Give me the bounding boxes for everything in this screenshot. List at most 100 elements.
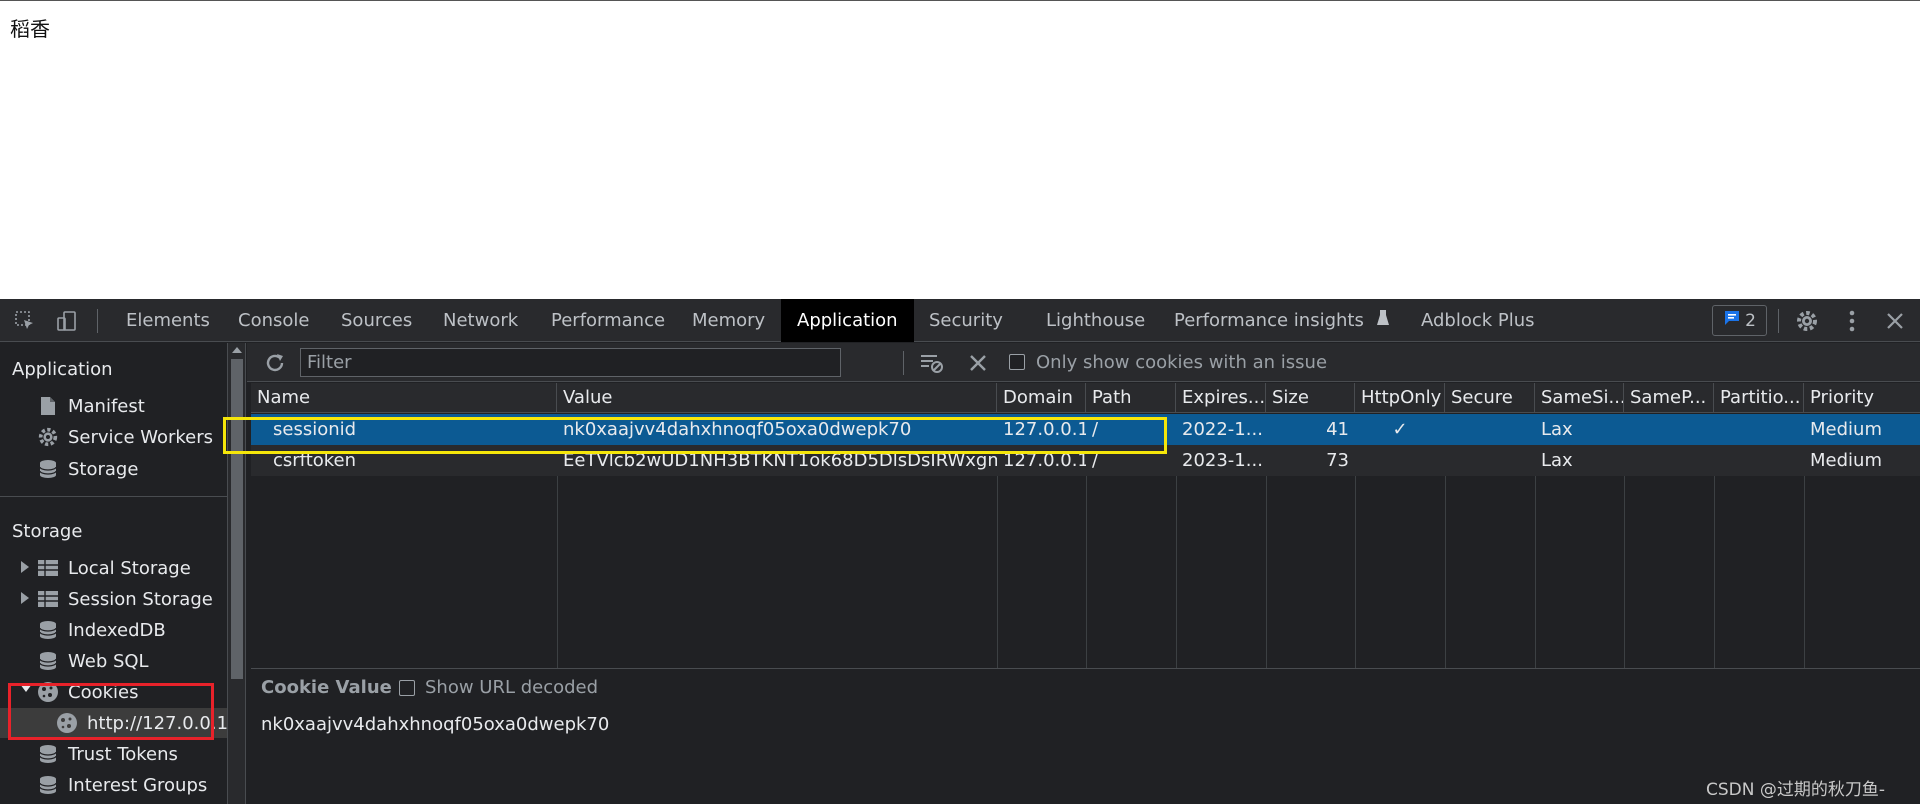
- inspect-element-icon[interactable]: [11, 307, 39, 335]
- toolbar-separator: [1778, 309, 1779, 333]
- column-divider: [1266, 476, 1267, 668]
- devtools-tabbar: Elements Console Sources Network Perform…: [0, 299, 1920, 342]
- column-divider: [557, 476, 558, 668]
- tab-performance-insights[interactable]: Performance insights: [1174, 299, 1390, 342]
- web-page-viewport: 稻香: [0, 0, 1920, 299]
- tab-network[interactable]: Network: [443, 299, 518, 342]
- sidebar-item-label: Storage: [68, 458, 139, 480]
- more-options-icon[interactable]: [1838, 307, 1866, 335]
- delete-all-icon[interactable]: [968, 353, 988, 373]
- sidebar-item-manifest[interactable]: Manifest: [36, 391, 145, 421]
- cookie-value-title: Cookie Value: [261, 677, 392, 698]
- column-divider: [1176, 476, 1177, 668]
- only-issues-checkbox[interactable]: [1009, 354, 1025, 370]
- sidebar-item-label: Trust Tokens: [68, 743, 178, 765]
- sidebar-item-label: Interest Groups: [68, 774, 208, 796]
- gear-icon[interactable]: [1793, 307, 1821, 335]
- cell-expires: 2022-1...: [1182, 419, 1263, 440]
- table-icon: [36, 587, 60, 611]
- tab-memory[interactable]: Memory: [692, 299, 765, 342]
- cookies-highlight-annotation: [8, 683, 214, 740]
- column-divider: [997, 476, 998, 668]
- tab-security[interactable]: Security: [929, 299, 1003, 342]
- cell-size: 73: [1326, 450, 1349, 471]
- sidebar-item-label: Session Storage: [68, 588, 213, 610]
- sidebar-heading-storage: Storage: [12, 521, 83, 542]
- tab-sources[interactable]: Sources: [341, 299, 412, 342]
- column-header-size[interactable]: Size: [1266, 383, 1355, 413]
- column-header-name[interactable]: Name: [251, 383, 557, 413]
- gear-icon: [36, 425, 60, 449]
- column-divider: [1445, 476, 1446, 668]
- show-url-decoded-checkbox[interactable]: [399, 680, 415, 696]
- column-divider: [1804, 476, 1805, 668]
- cell-secure: [1445, 445, 1535, 476]
- scroll-up-icon[interactable]: [232, 347, 242, 353]
- column-header-path[interactable]: Path: [1086, 383, 1176, 413]
- device-toolbar-icon[interactable]: [53, 307, 81, 335]
- sidebar-item-service-workers[interactable]: Service Workers: [36, 422, 213, 452]
- issues-count: 2: [1745, 310, 1756, 331]
- cell-priority: Medium: [1810, 419, 1882, 440]
- file-icon: [36, 394, 60, 418]
- scrollbar-thumb[interactable]: [231, 359, 243, 679]
- clear-filtered-icon[interactable]: [919, 351, 945, 375]
- cell-partition: [1714, 414, 1804, 445]
- tab-adblock-plus[interactable]: Adblock Plus: [1421, 299, 1535, 342]
- sidebar-item-label: Local Storage: [68, 557, 191, 579]
- cell-size: 41: [1326, 419, 1349, 440]
- sidebar-item-label: Web SQL: [68, 650, 149, 672]
- sidebar-item-local-storage[interactable]: Local Storage: [36, 553, 191, 583]
- column-header-sameparty[interactable]: SameP...: [1624, 383, 1714, 413]
- cell-samesite: Lax: [1541, 450, 1573, 471]
- column-header-expires[interactable]: Expires...: [1176, 383, 1266, 413]
- column-header-secure[interactable]: Secure: [1445, 383, 1535, 413]
- table-icon: [36, 556, 60, 580]
- sidebar-scrollbar[interactable]: [228, 343, 246, 804]
- database-icon: [36, 742, 60, 766]
- tab-console[interactable]: Console: [238, 299, 309, 342]
- close-icon[interactable]: [1881, 307, 1909, 335]
- cell-httponly: ✓: [1392, 419, 1408, 440]
- cell-httponly: [1355, 445, 1445, 476]
- sessionid-highlight-annotation: [223, 417, 1167, 454]
- sidebar-item-web-sql[interactable]: Web SQL: [36, 646, 149, 676]
- column-header-priority[interactable]: Priority: [1804, 383, 1920, 413]
- sidebar-item-storage[interactable]: Storage: [36, 454, 138, 484]
- database-icon: [36, 618, 60, 642]
- sidebar-item-label: Manifest: [68, 395, 145, 417]
- tab-application[interactable]: Application: [781, 299, 914, 342]
- sidebar-item-indexeddb[interactable]: IndexedDB: [36, 615, 166, 645]
- sidebar-item-session-storage[interactable]: Session Storage: [36, 584, 213, 614]
- expand-arrow-icon[interactable]: [21, 561, 29, 573]
- refresh-icon[interactable]: [263, 351, 287, 375]
- tab-performance[interactable]: Performance: [551, 299, 665, 342]
- column-header-partition[interactable]: Partitio...: [1714, 383, 1804, 413]
- column-header-samesite[interactable]: SameSi...: [1535, 383, 1624, 413]
- sidebar-item-interest-groups[interactable]: Interest Groups: [36, 770, 207, 800]
- cookie-value-text[interactable]: nk0xaajvv4dahxhnoqf05oxa0dwepk70: [261, 714, 609, 735]
- tab-elements[interactable]: Elements: [126, 299, 210, 342]
- cookie-value-pane: Cookie Value Show URL decoded nk0xaajvv4…: [251, 668, 1920, 804]
- issues-badge[interactable]: 2: [1712, 305, 1767, 336]
- database-icon: [36, 773, 60, 797]
- column-header-value[interactable]: Value: [557, 383, 997, 413]
- cookies-toolbar: Only show cookies with an issue: [247, 343, 1920, 382]
- tab-lighthouse[interactable]: Lighthouse: [1046, 299, 1145, 342]
- column-divider: [1624, 476, 1625, 668]
- column-divider: [1086, 476, 1087, 668]
- devtools-panel: Elements Console Sources Network Perform…: [0, 299, 1920, 804]
- cell-partition: [1714, 445, 1804, 476]
- only-issues-label: Only show cookies with an issue: [1036, 352, 1328, 373]
- column-header-domain[interactable]: Domain: [997, 383, 1086, 413]
- cell-samesite: Lax: [1541, 419, 1573, 440]
- database-icon: [36, 457, 60, 481]
- cell-sameparty: [1624, 445, 1714, 476]
- column-header-httponly[interactable]: HttpOnly: [1355, 383, 1445, 413]
- filter-input[interactable]: [300, 348, 841, 377]
- toolbar-separator: [97, 309, 98, 333]
- watermark: CSDN @过期的秋刀鱼-: [1706, 780, 1886, 800]
- cell-sameparty: [1624, 414, 1714, 445]
- sidebar-item-trust-tokens[interactable]: Trust Tokens: [36, 739, 178, 769]
- expand-arrow-icon[interactable]: [21, 592, 29, 604]
